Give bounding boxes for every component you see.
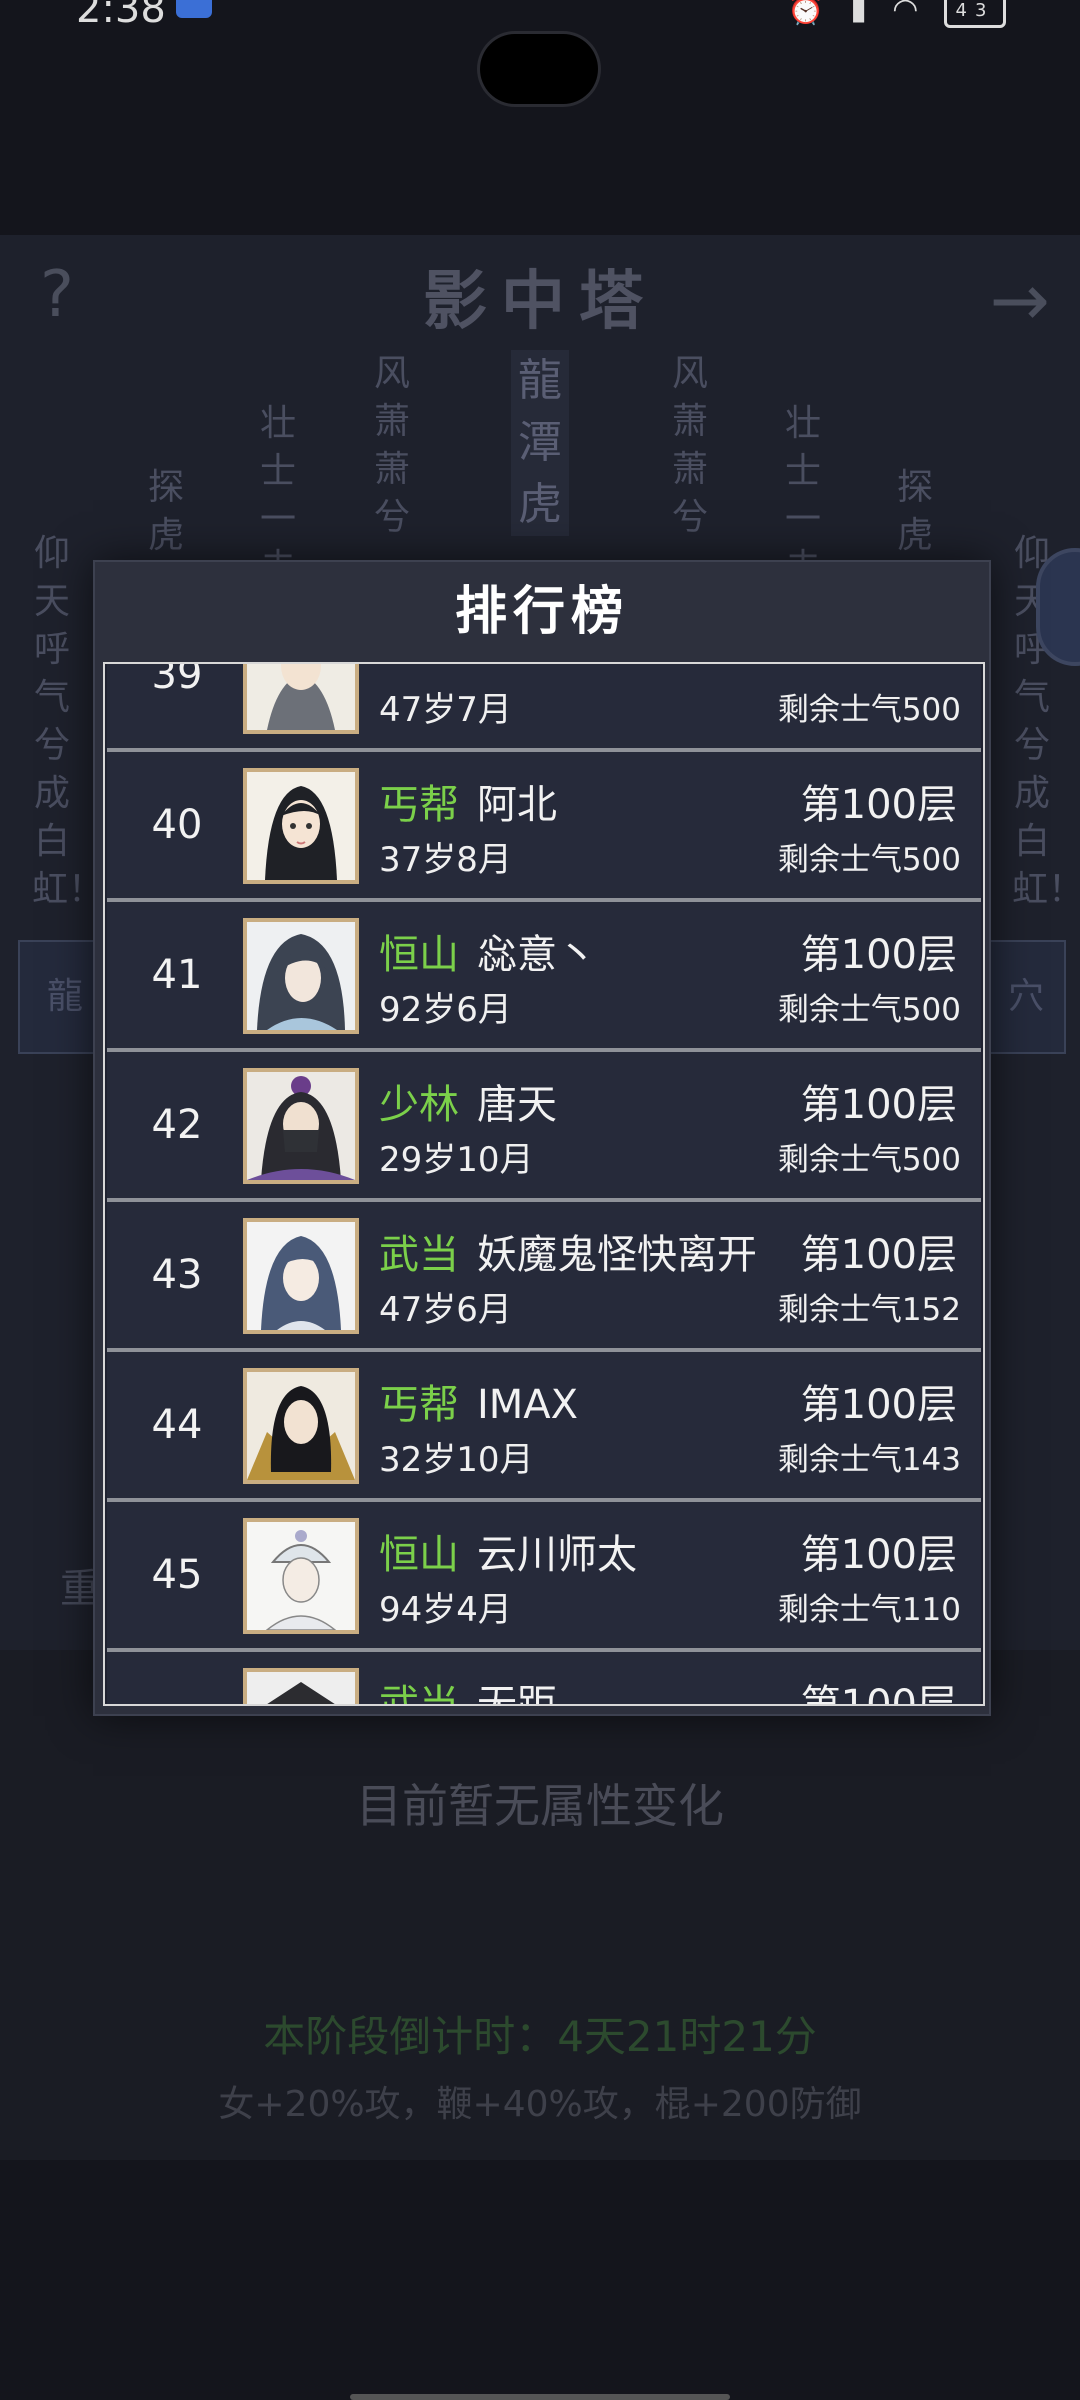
player-line: 武当 无距 [379, 1672, 557, 1706]
status-time: 2:38 [76, 0, 166, 32]
countdown-text: 本阶段倒计时：4天21时21分 [263, 2012, 817, 2061]
player-line: 丐帮 IMAX [379, 1372, 578, 1430]
leaderboard-list[interactable]: 39 47岁7月 剩余士气500 40 丐帮 阿北 37岁8月 第100层 剩余… [103, 662, 985, 1706]
leaderboard-row[interactable]: 39 47岁7月 剩余士气500 [107, 662, 981, 752]
remaining-morale: 剩余士气143 [777, 1442, 961, 1478]
rank-number: 42 [151, 1102, 203, 1148]
sect-label: 武当 [379, 1232, 459, 1278]
sect-label: 少林 [379, 1082, 459, 1128]
player-age: 47岁7月 [379, 690, 512, 730]
sect-label: 武当 [379, 1682, 459, 1706]
battery-icon: 43 [944, 0, 1006, 28]
player-name: 惢意丶 [477, 932, 597, 978]
modal-title: 排行榜 [454, 581, 629, 642]
signal-icon: ▮ [850, 0, 875, 27]
rank-number: 41 [151, 952, 203, 998]
home-indicator[interactable] [350, 2394, 730, 2400]
floor-level: 第100层 [800, 1532, 957, 1578]
player-line [379, 664, 397, 668]
player-age: 94岁4月 [379, 1590, 512, 1630]
side-tab-right[interactable]: 穴 [986, 940, 1066, 1054]
player-name: IMAX [477, 1382, 579, 1428]
arrow-right-icon[interactable]: → [990, 258, 1050, 342]
player-name: 云川师太 [477, 1532, 637, 1578]
poem-column-center: 龍潭虎 [511, 350, 569, 536]
leaderboard-row[interactable]: 45 恒山 云川师太 94岁4月 第100层 剩余士气110 [107, 1502, 981, 1652]
remaining-morale: 剩余士气152 [777, 1292, 961, 1328]
camera-cutout [480, 34, 598, 104]
player-name: 妖魔鬼怪快离开 [477, 1232, 757, 1278]
floor-level: 第100层 [800, 1682, 957, 1706]
poem-column: 风萧萧兮 [671, 353, 708, 538]
rank-number: 44 [151, 1402, 203, 1448]
avatar[interactable] [243, 1068, 359, 1184]
rank-number: 43 [151, 1252, 203, 1298]
player-age: 47岁6月 [379, 1290, 512, 1330]
player-line: 丐帮 阿北 [379, 772, 557, 830]
sect-label: 丐帮 [379, 1382, 459, 1428]
leaderboard-row[interactable]: 41 恒山 惢意丶 92岁6月 第100层 剩余士气500 [107, 902, 981, 1052]
player-name: 阿北 [477, 782, 557, 828]
remaining-morale: 剩余士气500 [777, 1142, 961, 1178]
no-attribute-change-text: 目前暂无属性变化 [356, 1779, 724, 1833]
alarm-icon: ⏰ [787, 0, 833, 27]
remaining-morale: 剩余士气110 [777, 1592, 961, 1628]
page-title: 影中塔 [423, 264, 657, 339]
floor-level: 第100层 [800, 1082, 957, 1128]
player-line: 恒山 云川师太 [379, 1522, 637, 1580]
player-age: 92岁6月 [379, 990, 512, 1030]
leaderboard-row[interactable]: 43 武当 妖魔鬼怪快离开 47岁6月 第100层 剩余士气152 [107, 1202, 981, 1352]
floor-level: 第100层 [800, 782, 957, 828]
avatar[interactable] [243, 1368, 359, 1484]
player-age: 32岁10月 [379, 1440, 534, 1480]
remaining-morale: 剩余士气500 [777, 842, 961, 878]
leaderboard-row[interactable]: 40 丐帮 阿北 37岁8月 第100层 剩余士气500 [107, 752, 981, 902]
rank-number: 39 [151, 662, 203, 698]
player-line: 少林 唐天 [379, 1072, 557, 1130]
leaderboard-row[interactable]: 44 丐帮 IMAX 32岁10月 第100层 剩余士气143 [107, 1352, 981, 1502]
player-age: 29岁10月 [379, 1140, 534, 1180]
floor-level: 第100层 [800, 1382, 957, 1428]
bonus-text: 女+20%攻，鞭+40%攻，棍+200防御 [218, 2084, 862, 2125]
avatar[interactable] [243, 768, 359, 884]
rank-number: 40 [151, 802, 203, 848]
avatar[interactable] [243, 1218, 359, 1334]
sect-label: 丐帮 [379, 782, 459, 828]
avatar[interactable] [243, 1668, 359, 1704]
player-name: 唐天 [477, 1082, 557, 1128]
floor-level: 第100层 [800, 932, 957, 978]
floor-level: 第100层 [800, 1232, 957, 1278]
rank-number: 45 [151, 1552, 203, 1598]
leaderboard-modal: 排行榜 39 47岁7月 剩余士气500 40 丐帮 阿北 37岁8月 第100… [93, 560, 991, 1716]
avatar[interactable] [243, 918, 359, 1034]
avatar[interactable] [243, 1518, 359, 1634]
rank-number: 46 [107, 1652, 247, 1704]
leaderboard-row[interactable]: 46 武当无距 第100层 [107, 1652, 981, 1706]
sect-label: 恒山 [379, 932, 459, 978]
leaderboard-row[interactable]: 42 少林 唐天 29岁10月 第100层 剩余士气500 [107, 1052, 981, 1202]
poem-column: 风萧萧兮 [373, 353, 410, 538]
poem-column: 仰天呼气兮成白虹！ [32, 533, 105, 910]
sect-label: 恒山 [379, 1532, 459, 1578]
status-icons: ⏰ ▮ ◠ 43 [787, 0, 1006, 28]
side-knob[interactable] [1036, 548, 1080, 666]
wifi-icon: ◠ [892, 0, 927, 27]
app-notification-icon [176, 0, 212, 18]
player-age: 37岁8月 [379, 840, 512, 880]
remaining-morale: 剩余士气500 [777, 992, 961, 1028]
avatar[interactable] [243, 664, 359, 734]
player-line: 武当 妖魔鬼怪快离开 [379, 1222, 757, 1280]
remaining-morale: 剩余士气500 [777, 692, 961, 728]
player-name: 无距 [477, 1682, 557, 1706]
player-line: 恒山 惢意丶 [379, 922, 597, 980]
